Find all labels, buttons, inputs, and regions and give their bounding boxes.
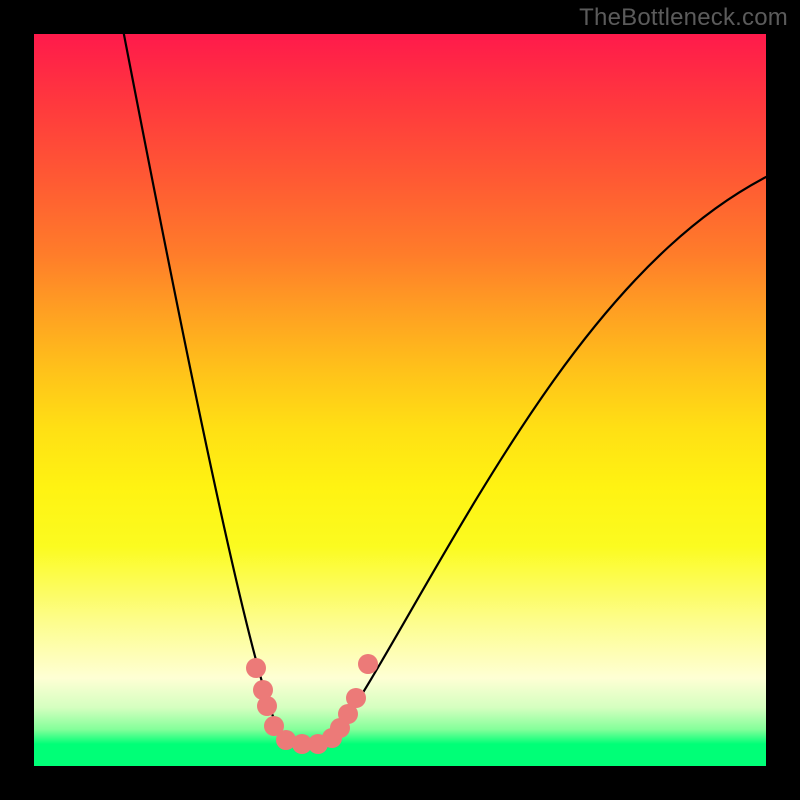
- plot-area: [34, 34, 766, 766]
- valley-markers: [246, 654, 378, 754]
- bottleneck-curve-left: [120, 34, 294, 744]
- watermark-text: TheBottleneck.com: [579, 4, 788, 32]
- chart-frame: TheBottleneck.com: [0, 0, 800, 800]
- curve-layer: [34, 34, 766, 766]
